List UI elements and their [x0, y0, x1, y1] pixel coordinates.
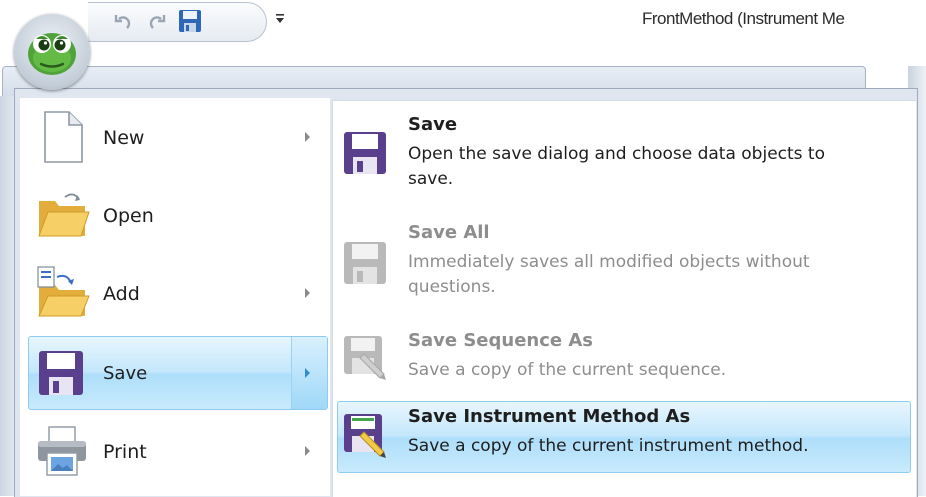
menu-item-new[interactable]: New — [28, 100, 328, 174]
undo-icon[interactable] — [112, 11, 134, 33]
application-button[interactable] — [14, 14, 90, 90]
menu-item-label: Open — [103, 205, 154, 227]
submenu-item-title: Save Sequence As — [408, 330, 594, 351]
printer-icon — [35, 423, 91, 479]
menu-item-label: Print — [103, 441, 147, 463]
submenu-arrow-icon — [305, 288, 310, 298]
menu-item-label: New — [103, 127, 145, 149]
save-all-icon — [342, 240, 390, 288]
add-folder-icon — [35, 265, 91, 321]
menu-item-open[interactable]: Open — [28, 178, 328, 252]
submenu-item-title: Save All — [408, 222, 490, 243]
submenu-item-description: Immediately saves all modified objects w… — [408, 252, 810, 297]
save-icon — [35, 345, 91, 401]
submenu-item-description: Save a copy of the current instrument me… — [408, 436, 809, 456]
quick-access-toolbar — [88, 2, 267, 42]
submenu-item-description: Save a copy of the current sequence. — [408, 360, 727, 380]
window-title: FrontMethod (Instrument Me — [642, 9, 845, 28]
submenu-item-save-sequence-as[interactable]: Save Sequence As Save a copy of the curr… — [337, 323, 911, 399]
menu-item-print[interactable]: Print — [28, 414, 328, 488]
submenu-arrow-icon — [305, 446, 310, 456]
save-submenu: Save Open the save dialog and choose dat… — [332, 100, 916, 497]
menu-item-add[interactable]: Add — [28, 256, 328, 330]
application-menu-commands: New Open Add Save Print — [20, 98, 330, 496]
submenu-item-save[interactable]: Save Open the save dialog and choose dat… — [337, 107, 911, 215]
submenu-item-description: Open the save dialog and choose data obj… — [408, 144, 825, 189]
customize-qat-icon[interactable] — [274, 8, 286, 28]
submenu-arrow-icon — [305, 368, 310, 378]
menu-item-label: Add — [103, 283, 140, 305]
menu-item-save[interactable]: Save — [28, 336, 328, 410]
save-sequence-as-icon — [342, 334, 390, 382]
save-icon — [342, 130, 390, 178]
open-folder-icon — [35, 187, 91, 243]
save-method-as-icon — [342, 412, 390, 460]
submenu-item-save-instrument-method-as[interactable]: Save Instrument Method As Save a copy of… — [337, 401, 911, 473]
app-logo-icon — [28, 33, 76, 75]
title-bar: FrontMethod (Instrument Me — [0, 0, 926, 66]
submenu-item-save-all[interactable]: Save All Immediately saves all modified … — [337, 215, 911, 323]
new-document-icon — [35, 109, 91, 165]
menu-item-label: Save — [103, 363, 148, 384]
submenu-item-title: Save Instrument Method As — [408, 406, 691, 427]
submenu-item-title: Save — [408, 114, 458, 135]
submenu-arrow-icon — [305, 132, 310, 142]
save-icon[interactable] — [178, 9, 202, 33]
redo-icon[interactable] — [146, 11, 168, 33]
